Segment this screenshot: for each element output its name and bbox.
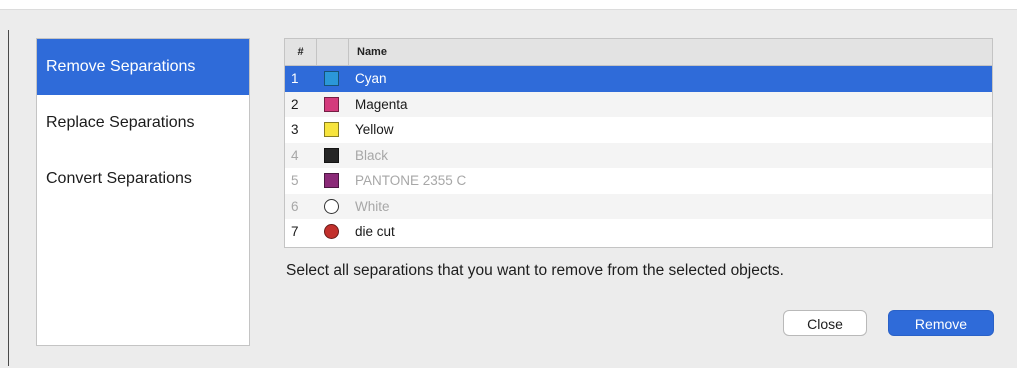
column-header-swatch[interactable] — [317, 39, 349, 65]
table-row[interactable]: 5 PANTONE 2355 C — [285, 168, 992, 194]
swatch-cell — [316, 224, 347, 240]
sidebar-item-convert-separations[interactable]: Convert Separations — [37, 151, 249, 207]
sidebar: Remove Separations Replace Separations C… — [36, 38, 250, 346]
sidebar-item-remove-separations[interactable]: Remove Separations — [37, 39, 249, 95]
sidebar-item-replace-separations[interactable]: Replace Separations — [37, 95, 249, 151]
close-button[interactable]: Close — [783, 310, 867, 336]
swatch-cell — [316, 198, 347, 214]
row-number: 7 — [291, 224, 299, 240]
remove-button[interactable]: Remove — [888, 310, 994, 336]
color-swatch-icon — [324, 173, 339, 189]
column-header-name[interactable]: Name — [349, 39, 387, 65]
separation-name: White — [355, 198, 390, 214]
color-swatch-icon — [324, 224, 339, 240]
row-number: 4 — [291, 147, 299, 163]
swatch-cell — [316, 147, 347, 163]
table-row[interactable]: 7 die cut — [285, 219, 992, 245]
table-header: # Name — [285, 39, 992, 66]
row-number: 2 — [291, 96, 299, 112]
separation-name: Magenta — [355, 96, 408, 112]
table-row[interactable]: 2 Magenta — [285, 91, 992, 117]
separation-name: Cyan — [355, 71, 387, 87]
column-header-number[interactable]: # — [285, 39, 317, 65]
swatch-cell — [316, 122, 347, 138]
table-row[interactable]: 1 Cyan — [285, 66, 992, 92]
row-number: 6 — [291, 198, 299, 214]
color-swatch-icon — [324, 71, 339, 87]
separations-table: # Name 1 Cyan 2 Magenta 3 Yellow 4 Black 5 PANTON… — [284, 38, 993, 248]
row-number: 1 — [291, 71, 299, 87]
color-swatch-icon — [324, 198, 339, 214]
table-row[interactable]: 6 White — [285, 193, 992, 219]
table-body: 1 Cyan 2 Magenta 3 Yellow 4 Black 5 PANTONE 2355 … — [285, 66, 992, 245]
swatch-cell — [316, 173, 347, 189]
separation-name: die cut — [355, 224, 395, 240]
table-row[interactable]: 3 Yellow — [285, 117, 992, 143]
swatch-cell — [316, 71, 347, 87]
table-row[interactable]: 4 Black — [285, 142, 992, 168]
separation-name: Yellow — [355, 122, 394, 138]
color-swatch-icon — [324, 147, 339, 163]
window-top-edge — [0, 0, 1017, 10]
row-number: 3 — [291, 122, 299, 138]
color-swatch-icon — [324, 96, 339, 112]
instruction-text: Select all separations that you want to … — [286, 262, 784, 279]
swatch-cell — [316, 96, 347, 112]
color-swatch-icon — [324, 122, 339, 138]
separation-name: Black — [355, 147, 389, 163]
window-left-edge — [8, 30, 9, 366]
separation-name: PANTONE 2355 C — [355, 173, 467, 189]
row-number: 5 — [291, 173, 299, 189]
